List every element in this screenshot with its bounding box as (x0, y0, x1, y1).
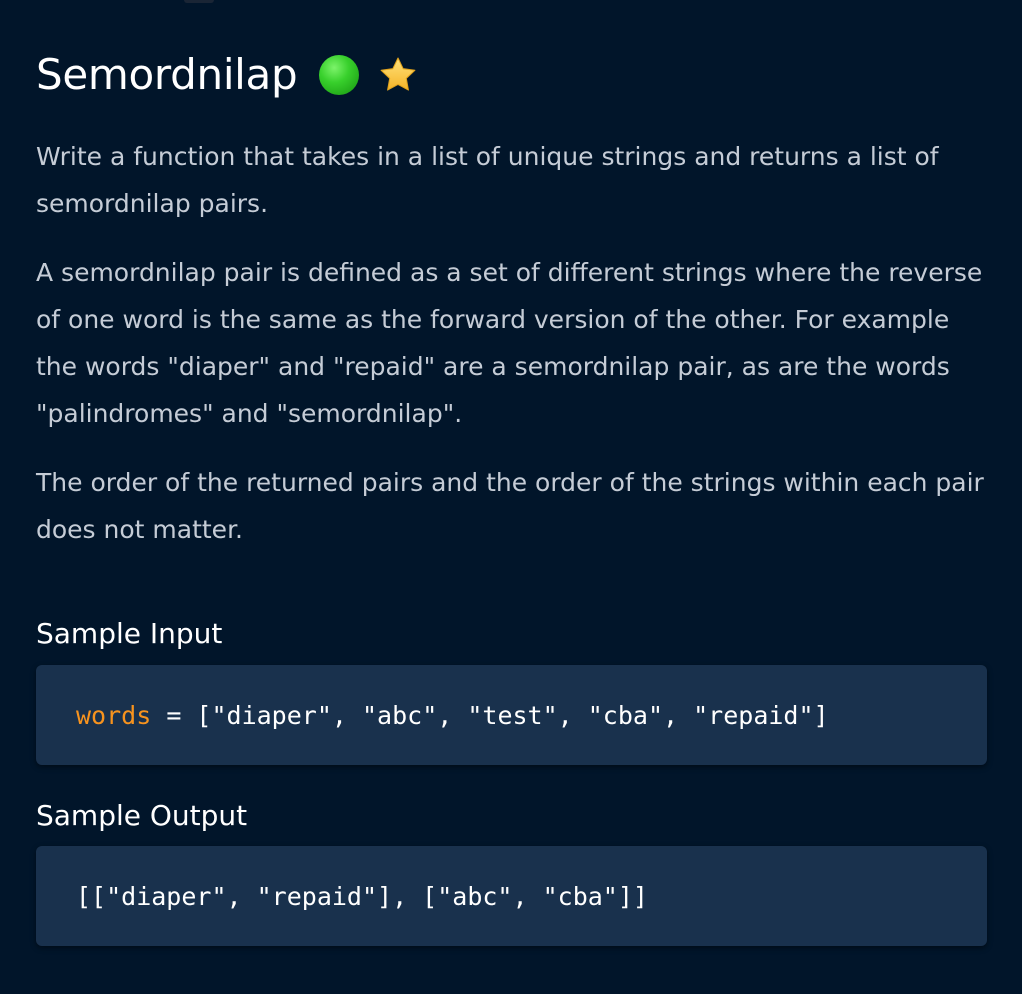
code-value: = ["diaper", "abc", "test", "cba", "repa… (151, 700, 829, 730)
sample-output-code: [["diaper", "repaid"], ["abc", "cba"]] (36, 846, 987, 946)
sample-input-heading: Sample Input (36, 617, 223, 650)
title-row: Semordnilap (36, 40, 419, 110)
page-title: Semordnilap (36, 50, 298, 99)
difficulty-indicator-icon (319, 55, 360, 95)
sample-input-code: words = ["diaper", "abc", "test", "cba",… (36, 665, 987, 765)
description-paragraph: A semordnilap pair is defined as a set o… (36, 258, 983, 428)
sample-output-heading: Sample Output (36, 799, 248, 832)
code-variable: words (76, 700, 152, 730)
description-paragraph: Write a function that takes in a list of… (36, 142, 939, 218)
description-paragraph: The order of the returned pairs and the … (36, 468, 984, 544)
scroll-nub (184, 0, 214, 3)
code-value: [["diaper", "repaid"], ["abc", "cba"]] (76, 881, 648, 911)
star-icon[interactable] (377, 54, 419, 96)
